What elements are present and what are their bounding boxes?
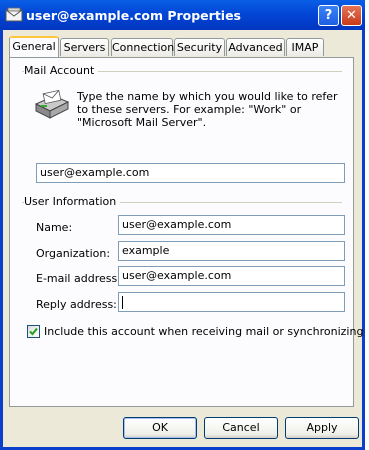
tab-security[interactable]: Security xyxy=(174,38,225,56)
mail-account-description: Type the name by which you would like to… xyxy=(77,90,338,129)
tab-general[interactable]: General xyxy=(9,36,59,57)
help-button[interactable]: ? xyxy=(318,5,339,26)
tab-connection[interactable]: Connection xyxy=(111,38,174,56)
ok-button[interactable]: OK xyxy=(123,417,197,439)
organization-label: Organization: xyxy=(36,247,111,260)
properties-window: user@example.com Properties ? ✕ General … xyxy=(0,0,365,450)
dialog-client-area: General Servers Connection Security Adva… xyxy=(3,30,363,447)
cancel-button[interactable]: Cancel xyxy=(204,417,278,439)
text-caret xyxy=(122,295,123,309)
envelope-icon xyxy=(5,7,23,23)
tab-imap[interactable]: IMAP xyxy=(286,38,324,56)
window-title: user@example.com Properties xyxy=(26,8,241,23)
name-input[interactable]: user@example.com xyxy=(118,215,345,235)
mail-account-group-title: Mail Account xyxy=(24,64,99,77)
mail-account-icon xyxy=(32,88,72,122)
name-label: Name: xyxy=(36,221,73,234)
tab-advanced[interactable]: Advanced xyxy=(226,38,285,56)
tab-servers[interactable]: Servers xyxy=(60,38,109,56)
title-bar[interactable]: user@example.com Properties ? ✕ xyxy=(0,0,365,30)
email-input[interactable]: user@example.com xyxy=(118,266,345,286)
checkmark-icon xyxy=(29,327,38,336)
email-label: E-mail address: xyxy=(36,272,121,285)
close-button[interactable]: ✕ xyxy=(341,5,362,26)
apply-button[interactable]: Apply xyxy=(285,417,359,439)
user-info-group-title: User Information xyxy=(24,195,121,208)
organization-input[interactable]: example xyxy=(118,241,345,261)
reply-label: Reply address: xyxy=(36,298,117,311)
tab-strip: General Servers Connection Security Adva… xyxy=(9,36,354,58)
include-account-checkbox[interactable] xyxy=(27,325,40,338)
include-account-label[interactable]: Include this account when receiving mail… xyxy=(44,325,363,338)
account-name-input[interactable]: user@example.com xyxy=(36,163,345,183)
general-tab-page: Mail Account Type the name by which you … xyxy=(9,57,363,407)
reply-address-input[interactable] xyxy=(118,292,345,312)
